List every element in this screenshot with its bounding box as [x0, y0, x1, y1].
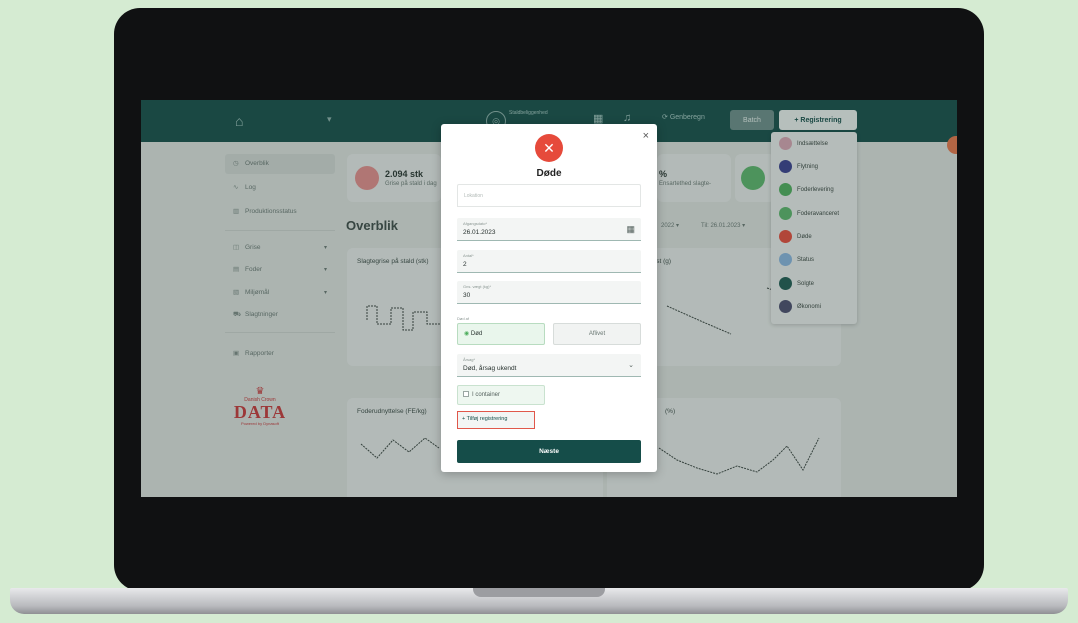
weight-value: 30 — [463, 292, 471, 299]
calendar-icon[interactable]: ▦ — [626, 224, 635, 235]
add-registration-button[interactable]: + Tilføj registrering — [457, 411, 535, 429]
count-value: 2 — [463, 261, 467, 268]
status-culled-option[interactable]: Aflivet — [553, 323, 641, 345]
count-field[interactable]: Antal* 2 — [457, 250, 641, 273]
dead-registration-modal: × ✕ Døde Lokation Afgangsdato* 26.01.202… — [441, 124, 657, 472]
weight-field[interactable]: Gns. vægt (kg)* 30 — [457, 281, 641, 304]
checkbox-icon — [463, 391, 469, 398]
modal-title: Døde — [536, 168, 562, 179]
weight-label: Gns. vægt (kg)* — [463, 284, 492, 289]
date-label: Afgangsdato* — [463, 221, 488, 226]
app-screen: ⌂ ▾ ◎ Staldbeliggenhed ▦ ♫ ⟳ Genberegn B… — [141, 100, 957, 497]
status-dead-label: Død — [470, 331, 483, 337]
cause-label: Årsag* — [463, 357, 476, 362]
chevron-down-icon: ⌄ — [628, 362, 634, 369]
radio-selected-icon: ◉ — [464, 331, 470, 337]
status-culled-label: Aflivet — [588, 331, 606, 337]
status-group-label: Død af — [457, 316, 470, 321]
cause-select[interactable]: Årsag* Død, årsag ukendt ⌄ — [457, 354, 641, 377]
container-checkbox[interactable]: I container — [457, 385, 545, 405]
count-label: Antal* — [463, 253, 474, 258]
next-button[interactable]: Næste — [457, 440, 641, 463]
location-placeholder: Lokation — [464, 193, 483, 199]
cross-icon: ✕ — [535, 134, 563, 162]
location-field[interactable]: Lokation — [457, 184, 641, 207]
laptop-notch — [473, 588, 605, 597]
container-label: I container — [472, 392, 501, 398]
date-field[interactable]: Afgangsdato* 26.01.2023 ▦ — [457, 218, 641, 241]
close-icon[interactable]: × — [643, 130, 649, 142]
cause-value: Død, årsag ukendt — [463, 365, 517, 372]
date-value: 26.01.2023 — [463, 229, 496, 236]
status-dead-option[interactable]: ◉ Død — [457, 323, 545, 345]
